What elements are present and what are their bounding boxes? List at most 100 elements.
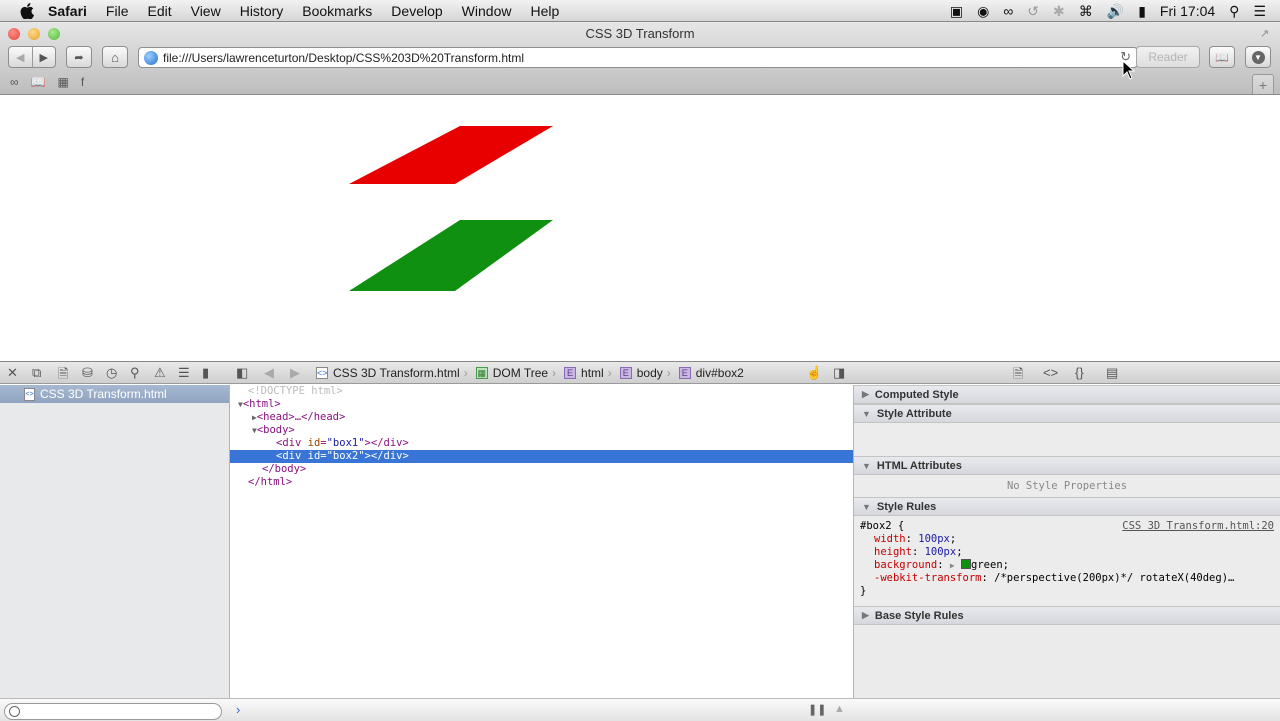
dom-html-close[interactable]: </html> [230, 476, 853, 489]
menu-history[interactable]: History [240, 3, 284, 19]
breakpoint-icon[interactable]: ▮ [202, 365, 209, 381]
time-machine-icon[interactable]: ↺ [1027, 3, 1039, 20]
record-icon[interactable]: ◉ [977, 3, 989, 20]
style-details-icon[interactable]: {} [1075, 365, 1084, 380]
menu-safari[interactable]: Safari [48, 3, 87, 19]
console-prompt[interactable]: › [236, 702, 240, 717]
reader-button[interactable]: Reader [1136, 46, 1200, 68]
dom-body-close[interactable]: </body> [230, 463, 853, 476]
address-bar[interactable]: file:///Users/lawrenceturton/Desktop/CSS… [138, 47, 1138, 68]
clock[interactable]: Fri 17:04 [1160, 3, 1215, 19]
resource-item[interactable]: <> CSS 3D Transform.html [0, 385, 229, 403]
dock-icon[interactable]: ⧉ [32, 365, 41, 381]
disclosure-closed-icon: ▶ [862, 610, 869, 620]
page-canvas [349, 126, 553, 291]
spotlight-icon[interactable]: ⚲ [1229, 3, 1239, 20]
rule-prop-width[interactable]: width: 100px; [860, 533, 1274, 546]
inspect-pointer-icon[interactable]: ☝ [806, 365, 822, 381]
crumb-html[interactable]: Ehtml › [564, 366, 616, 380]
bookmarks-icon[interactable]: 📖 [31, 75, 46, 89]
section-html-attributes[interactable]: ▼ HTML Attributes [854, 456, 1280, 475]
rule-prop-background[interactable]: background: ▶ green; [860, 559, 1274, 572]
top-sites-icon[interactable]: ▦ [58, 75, 69, 89]
dom-div-box2[interactable]: <div id="box2"></div> [230, 450, 853, 463]
filter-input[interactable] [4, 703, 222, 720]
crumb-dom-tree[interactable]: ▦ DOM Tree › [475, 366, 560, 380]
rule-close: } [860, 585, 867, 597]
bookmarks-bar: ∞ 📖 ▦ f [0, 72, 1280, 92]
section-style-rules[interactable]: ▼ Style Rules [854, 497, 1280, 516]
volume-icon[interactable]: 🔊 [1107, 3, 1124, 20]
menu-view[interactable]: View [191, 3, 221, 19]
video-camera-icon[interactable]: ▣ [950, 3, 963, 20]
breadcrumb: <> CSS 3D Transform.html › ▦ DOM Tree › Ehtm… [316, 362, 748, 384]
menu-edit[interactable]: Edit [147, 3, 171, 19]
filter-icon [9, 706, 20, 717]
rule-prop-webkit-transform[interactable]: -webkit-transform: /*perspective(200px)*… [860, 572, 1274, 585]
menu-bar: Safari File Edit View History Bookmarks … [0, 0, 1280, 22]
rule-prop-height[interactable]: height: 100px; [860, 546, 1274, 559]
back-forward-group: ◀ ▶ [8, 46, 56, 68]
battery-icon[interactable]: ▮ [1138, 3, 1146, 20]
section-computed-style[interactable]: ▶ Computed Style [854, 385, 1280, 404]
menu-bookmarks[interactable]: Bookmarks [302, 3, 372, 19]
dom-head[interactable]: ▶<head>…</head> [230, 411, 853, 424]
downloads-button[interactable]: ▼ [1245, 46, 1271, 68]
resource-navigator: <> CSS 3D Transform.html [0, 385, 230, 698]
storage-icon[interactable]: ⛁ [82, 365, 93, 381]
expand-icon[interactable]: ▶ [950, 561, 955, 570]
timeline-icon[interactable]: ◷ [106, 365, 117, 381]
close-inspector-icon[interactable]: ✕ [7, 365, 18, 381]
search-icon[interactable]: ⚲ [130, 365, 140, 381]
url-text[interactable]: file:///Users/lawrenceturton/Desktop/CSS… [163, 51, 524, 65]
resource-details-icon[interactable]: 🗎 [1013, 365, 1023, 387]
reading-list-button[interactable]: 📖 [1209, 46, 1235, 68]
web-page-content [0, 96, 1280, 361]
warning-icon[interactable]: ⚠ [154, 365, 166, 381]
toggle-details-icon[interactable]: ◨ [833, 365, 845, 381]
collapse-console-icon[interactable]: ▲ [834, 703, 845, 715]
dom-html-open[interactable]: ▼<html> [230, 398, 853, 411]
crumb-file[interactable]: <> CSS 3D Transform.html › [316, 366, 472, 380]
forward-button[interactable]: ▶ [33, 51, 56, 64]
layout-details-icon[interactable]: ▤ [1106, 365, 1118, 381]
crumb-body[interactable]: Ebody › [619, 366, 675, 380]
dom-doctype[interactable]: <!DOCTYPE html> [230, 385, 853, 398]
notification-center-icon[interactable]: ☰ [1253, 3, 1266, 20]
creative-cloud-icon[interactable]: ∞ [1003, 3, 1013, 19]
apple-menu-icon[interactable] [20, 2, 34, 19]
back-button[interactable]: ◀ [9, 51, 32, 64]
menu-window[interactable]: Window [462, 3, 512, 19]
menu-help[interactable]: Help [530, 3, 559, 19]
log-icon[interactable]: ☰ [178, 365, 190, 381]
history-back-icon[interactable]: ◀ [264, 365, 274, 381]
new-tab-button[interactable]: + [1252, 74, 1274, 94]
node-details-icon[interactable]: <> [1043, 365, 1058, 380]
bluetooth-icon[interactable]: ✱ [1053, 3, 1065, 20]
fullscreen-icon[interactable]: ↗ [1260, 27, 1272, 40]
bookmark-f[interactable]: f [81, 75, 84, 89]
share-button[interactable]: ➦ [66, 46, 92, 68]
home-button[interactable]: ⌂ [102, 46, 128, 68]
reading-list-icon[interactable]: ∞ [10, 75, 19, 89]
dom-div-box1[interactable]: <div id="box1"></div> [230, 437, 853, 450]
crumb-div-box2[interactable]: Ediv#box2 [678, 366, 744, 380]
toggle-navigator-icon[interactable]: ◧ [236, 365, 248, 381]
toolbar: ◀ ▶ ➦ ⌂ file:///Users/lawrenceturton/Des… [0, 46, 1280, 70]
window-title: CSS 3D Transform [585, 26, 695, 41]
history-forward-icon[interactable]: ▶ [290, 365, 300, 381]
wifi-icon[interactable]: ⌘ [1079, 3, 1093, 20]
pause-icon[interactable]: ❚❚ [808, 703, 826, 716]
resources-icon[interactable]: 🗎 [58, 365, 68, 387]
menu-develop[interactable]: Develop [391, 3, 442, 19]
dom-body-open[interactable]: ▼<body> [230, 424, 853, 437]
style-sidebar: ▶ Computed Style ▼ Style Attribute ▼ HTML A… [853, 385, 1280, 721]
section-base-style-rules[interactable]: ▶ Base Style Rules [854, 606, 1280, 625]
rule-source-link[interactable]: CSS 3D Transform.html:20 [1122, 520, 1274, 533]
box2-shape[interactable] [349, 220, 553, 291]
menu-file[interactable]: File [106, 3, 129, 19]
section-style-attribute[interactable]: ▼ Style Attribute [854, 404, 1280, 423]
box1-shape[interactable] [349, 126, 553, 184]
color-swatch[interactable] [961, 559, 972, 569]
style-attribute-body [854, 423, 1280, 456]
